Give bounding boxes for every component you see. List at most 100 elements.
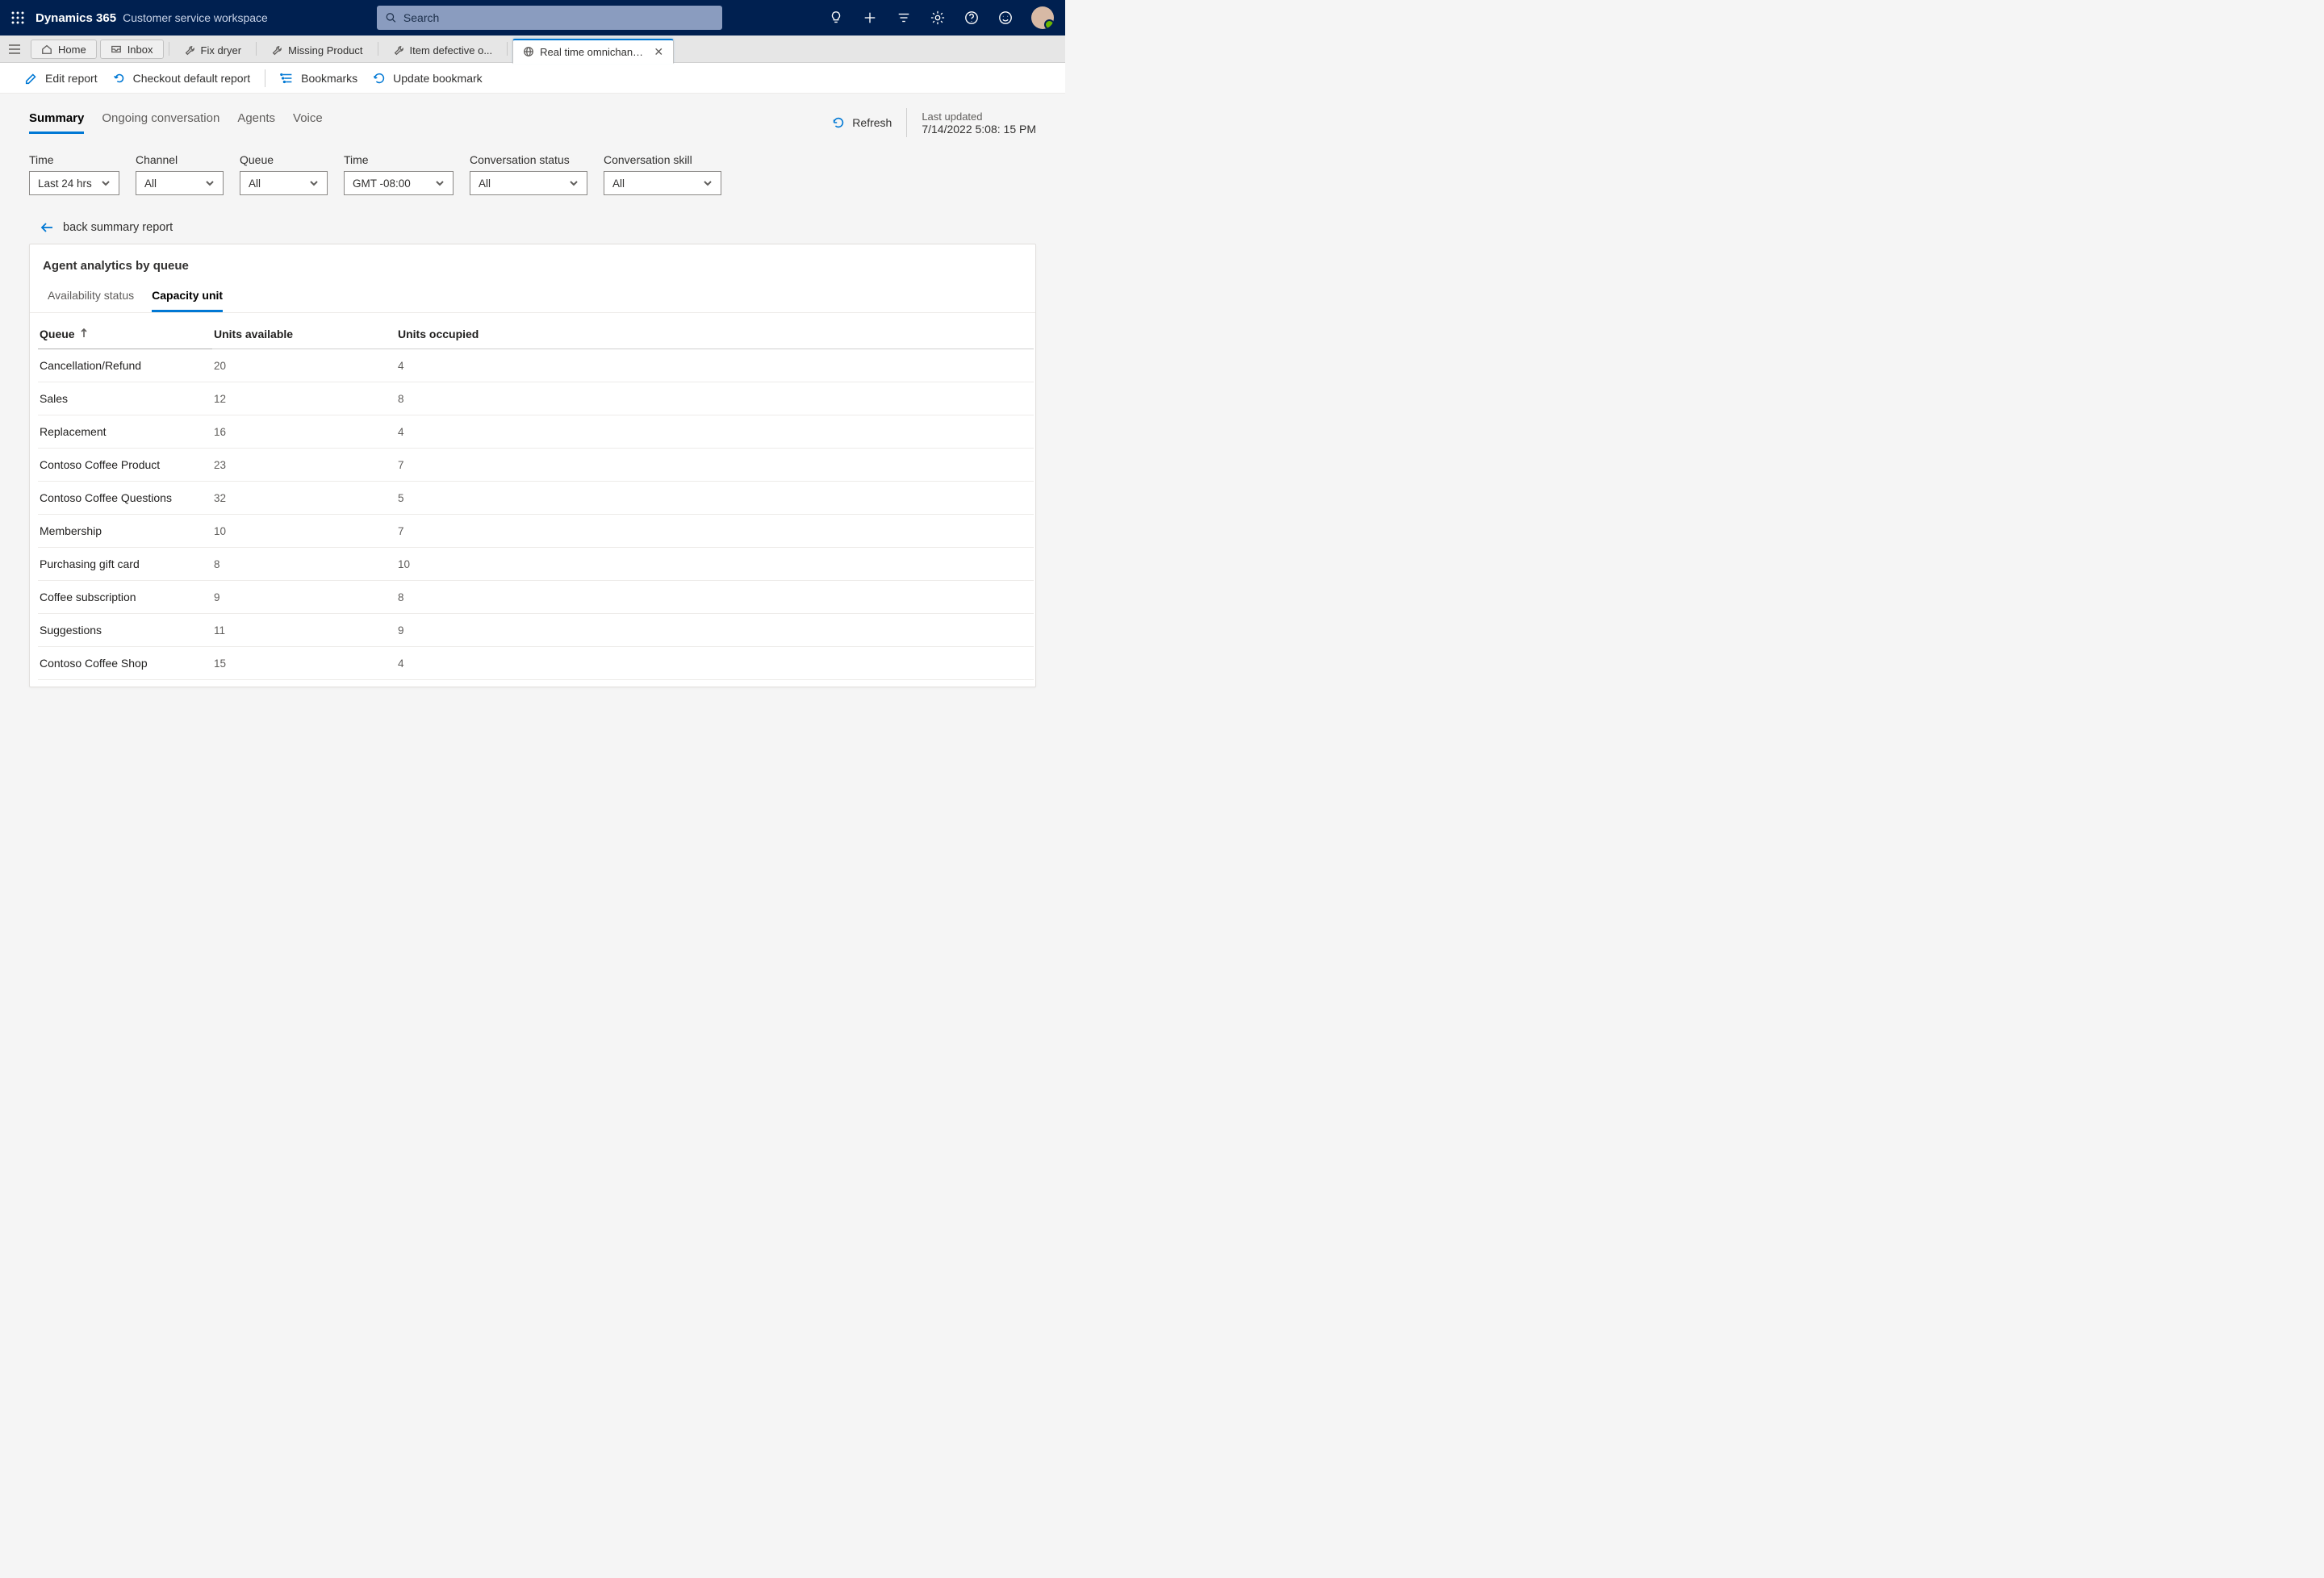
chevron-down-icon xyxy=(569,178,579,188)
bookmarks-button[interactable]: Bookmarks xyxy=(280,71,357,86)
card-title: Agent analytics by queue xyxy=(30,259,1035,284)
cell-queue: Membership xyxy=(38,515,212,548)
tab-missing-product[interactable]: Missing Product xyxy=(261,39,372,62)
pencil-icon xyxy=(24,71,39,86)
tab-voice[interactable]: Voice xyxy=(293,111,323,134)
refresh-button[interactable]: Refresh xyxy=(831,115,892,130)
chevron-down-icon xyxy=(703,178,713,188)
lightbulb-icon[interactable] xyxy=(828,10,844,26)
tab-home[interactable]: Home xyxy=(31,40,97,59)
last-updated: Last updated 7/14/2022 5:08: 15 PM xyxy=(922,111,1036,136)
table-row: Purchasing gift card810 xyxy=(38,548,1034,581)
globe-icon xyxy=(523,46,534,57)
add-icon[interactable] xyxy=(862,10,878,26)
subtab-availability-status[interactable]: Availability status xyxy=(48,284,134,312)
hamburger-icon[interactable] xyxy=(0,35,29,62)
list-icon xyxy=(280,71,295,86)
table-row: Suggestions119 xyxy=(38,614,1034,647)
cell-units-occupied: 4 xyxy=(396,349,1034,382)
table-row: Cancellation/Refund204 xyxy=(38,349,1034,382)
cell-units-available: 11 xyxy=(212,614,396,647)
back-summary-report[interactable]: back summary report xyxy=(40,221,1036,234)
cell-units-available: 8 xyxy=(212,548,396,581)
cell-units-occupied: 7 xyxy=(396,515,1034,548)
tab-separator xyxy=(507,42,508,56)
wrench-icon xyxy=(184,45,195,56)
tab-fix-dryer[interactable]: Fix dryer xyxy=(174,39,252,62)
home-icon xyxy=(41,44,52,55)
undo-icon xyxy=(112,71,127,86)
cell-queue: Contoso Coffee Product xyxy=(38,449,212,482)
checkout-report-button[interactable]: Checkout default report xyxy=(112,71,251,86)
table-row: Contoso Coffee Shop154 xyxy=(38,647,1034,680)
refresh-icon xyxy=(372,71,387,86)
filter-timezone-dropdown[interactable]: GMT -08:00 xyxy=(344,171,454,195)
cell-queue: Sales xyxy=(38,382,212,415)
chevron-down-icon xyxy=(205,178,215,188)
filter-icon[interactable] xyxy=(896,10,912,26)
global-header: Dynamics 365 Customer service workspace xyxy=(0,0,1065,35)
cell-units-available: 16 xyxy=(212,415,396,449)
cell-units-occupied: 5 xyxy=(396,482,1034,515)
card-subtabs: Availability status Capacity unit xyxy=(30,284,1035,313)
tab-item-defective[interactable]: Item defective o... xyxy=(383,39,503,62)
global-search[interactable] xyxy=(377,6,722,30)
gear-icon[interactable] xyxy=(930,10,946,26)
filter-label-queue: Queue xyxy=(240,153,328,166)
col-queue[interactable]: Queue xyxy=(38,319,212,349)
tab-realtime-omnichannel[interactable]: Real time omnichannel an... ✕ xyxy=(512,39,674,64)
help-icon[interactable] xyxy=(963,10,980,26)
cell-units-available: 10 xyxy=(212,515,396,548)
filter-status-dropdown[interactable]: All xyxy=(470,171,587,195)
filter-time-dropdown[interactable]: Last 24 hrs xyxy=(29,171,119,195)
cell-units-available: 9 xyxy=(212,581,396,614)
tab-agents[interactable]: Agents xyxy=(237,111,275,134)
search-input[interactable] xyxy=(403,11,714,24)
col-units-occupied[interactable]: Units occupied xyxy=(396,319,1034,349)
brand-name: Dynamics 365 xyxy=(36,11,116,25)
report-view-tabs: Summary Ongoing conversation Agents Voic… xyxy=(29,111,323,134)
user-avatar[interactable] xyxy=(1031,6,1054,29)
cell-units-occupied: 10 xyxy=(396,548,1034,581)
subtab-capacity-unit[interactable]: Capacity unit xyxy=(152,284,223,312)
app-launcher-icon[interactable] xyxy=(0,11,36,24)
update-bookmark-button[interactable]: Update bookmark xyxy=(372,71,483,86)
col-units-available[interactable]: Units available xyxy=(212,319,396,349)
close-icon[interactable]: ✕ xyxy=(654,45,663,59)
last-updated-value: 7/14/2022 5:08: 15 PM xyxy=(922,123,1036,136)
sort-asc-icon xyxy=(80,328,88,340)
filter-skill-dropdown[interactable]: All xyxy=(604,171,721,195)
cell-units-occupied: 9 xyxy=(396,614,1034,647)
filter-label-status: Conversation status xyxy=(470,153,587,166)
tab-ongoing-conversation[interactable]: Ongoing conversation xyxy=(102,111,219,134)
tab-inbox[interactable]: Inbox xyxy=(100,40,164,59)
filter-label-skill: Conversation skill xyxy=(604,153,721,166)
tab-summary[interactable]: Summary xyxy=(29,111,84,134)
filter-channel-dropdown[interactable]: All xyxy=(136,171,224,195)
table-row: Replacement164 xyxy=(38,415,1034,449)
queue-capacity-table: Queue Units available Units occupied Can… xyxy=(38,319,1034,680)
cell-queue: Cancellation/Refund xyxy=(38,349,212,382)
edit-report-button[interactable]: Edit report xyxy=(24,71,98,86)
filter-label-timezone: Time xyxy=(344,153,454,166)
emoji-icon[interactable] xyxy=(997,10,1014,26)
cell-units-available: 32 xyxy=(212,482,396,515)
cell-queue: Replacement xyxy=(38,415,212,449)
cell-units-occupied: 4 xyxy=(396,647,1034,680)
wrench-icon xyxy=(271,45,282,56)
table-row: Coffee subscription98 xyxy=(38,581,1034,614)
table-row: Membership107 xyxy=(38,515,1034,548)
cell-queue: Contoso Coffee Questions xyxy=(38,482,212,515)
filter-queue-dropdown[interactable]: All xyxy=(240,171,328,195)
cell-queue: Purchasing gift card xyxy=(38,548,212,581)
inbox-icon xyxy=(111,44,122,55)
workspace-name: Customer service workspace xyxy=(123,11,268,24)
cell-units-occupied: 8 xyxy=(396,382,1034,415)
arrow-left-icon xyxy=(40,222,53,233)
cell-queue: Suggestions xyxy=(38,614,212,647)
wrench-icon xyxy=(393,45,404,56)
chevron-down-icon xyxy=(435,178,445,188)
cell-units-available: 12 xyxy=(212,382,396,415)
chevron-down-icon xyxy=(101,178,111,188)
table-row: Sales128 xyxy=(38,382,1034,415)
